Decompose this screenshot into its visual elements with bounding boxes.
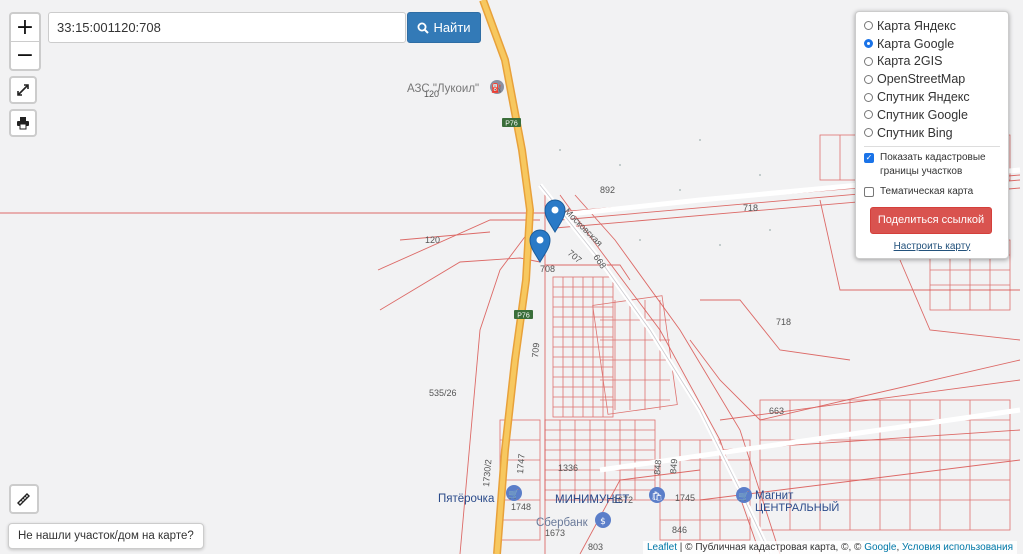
map-attribution: Leaflet | © Публичная кадастровая карта,… [643,541,1017,554]
share-link-button[interactable]: Поделиться ссылкой [870,206,992,234]
cadastral-label: Показать кадастровые границы участков [880,151,986,177]
layer-option-2gis-map[interactable]: Карта 2GIS [864,53,1008,71]
parcel-label: 849 [668,458,679,474]
parcel-label: 1747 [515,453,527,474]
layer-option-google-map[interactable]: Карта Google [864,35,1008,53]
road-shield-r76-top: Р76 [502,118,521,128]
zoom-in-button[interactable]: + [11,14,39,41]
search-button-label: Найти [433,20,471,35]
svg-text:Р76: Р76 [505,121,518,128]
radio-icon[interactable] [864,74,873,84]
zoom-control: + − [9,12,41,71]
setup-map-link[interactable]: Настроить карту [864,241,1000,252]
parcel-label: 1745 [675,493,695,503]
parcel-label: 120 [425,235,440,245]
svg-text:АЗС "Лукоил": АЗС "Лукоил" [407,83,479,95]
layer-option-yandex-satellite[interactable]: Спутник Яндекс [864,88,1008,106]
layer-option-bing-satellite[interactable]: Спутник Bing [864,124,1008,142]
thematic-label: Тематическая карта [880,185,974,197]
radio-icon[interactable] [864,56,873,66]
checkbox-icon[interactable] [864,186,874,197]
parcel-label: 709 [530,342,541,358]
svg-text:ЦЕНТРАЛЬНЫЙ: ЦЕНТРАЛЬНЫЙ [755,501,839,514]
svg-text:Пятёрочка: Пятёрочка [438,493,495,505]
parcel-label: 892 [600,185,615,195]
parcel-label: 803 [588,542,603,552]
fullscreen-button[interactable] [9,76,37,104]
parcel-label: 1336 [558,463,578,473]
zoom-out-button[interactable]: − [11,41,39,69]
parcel-label: 1748 [511,502,531,512]
layer-option-google-satellite[interactable]: Спутник Google [864,106,1008,124]
svg-text:Сбербанк: Сбербанк [536,517,589,529]
parcel-label: 1673 [545,528,565,538]
layer-panel: Карта Яндекс Карта Google Карта 2GIS Ope… [855,11,1009,259]
search-input[interactable]: 33:15:001120:708 [48,12,406,43]
svg-text:⛽: ⛽ [491,82,502,94]
parcel-label: 848 [652,459,663,475]
expand-icon [17,84,29,96]
parcel-label: 535/26 [429,388,457,398]
leaflet-link[interactable]: Leaflet [647,542,677,553]
printer-icon [17,117,29,130]
checkbox-checked-icon[interactable]: ✓ [864,152,874,163]
terms-link[interactable]: Условия использования [902,542,1013,553]
parcel-label: 718 [776,317,791,327]
panel-divider [864,145,1000,147]
radio-icon[interactable] [864,92,873,102]
svg-text:МИНИМУНЕТ: МИНИМУНЕТ [555,494,629,506]
search-icon [417,22,430,34]
svg-text:Магнит: Магнит [755,490,794,502]
measure-button[interactable] [9,484,39,514]
print-button[interactable] [9,109,37,137]
parcel-label: 663 [769,406,784,416]
not-found-link[interactable]: Не нашли участок/дом на карте? [8,523,204,549]
radio-icon[interactable] [864,110,873,120]
layer-option-yandex-map[interactable]: Карта Яндекс [864,17,1008,35]
cadastral-toggle[interactable]: ✓ Показать кадастровые границы участков [864,151,1008,179]
svg-text:🛍: 🛍 [651,491,662,502]
svg-text:Р76: Р76 [517,313,530,320]
svg-text:🛒: 🛒 [508,488,519,500]
svg-text:$: $ [600,517,606,527]
google-link[interactable]: Google [864,542,896,553]
layer-option-osm[interactable]: OpenStreetMap [864,70,1008,88]
search-button[interactable]: Найти [407,12,481,43]
parcel-label: 718 [743,203,758,213]
road-shield-r76-mid: Р76 [514,310,533,320]
parcel-label: 708 [540,264,555,274]
svg-text:🛒: 🛒 [738,490,749,502]
radio-icon[interactable] [864,21,873,31]
radio-icon[interactable] [864,128,873,138]
parcel-label: 846 [672,525,687,535]
thematic-toggle[interactable]: Тематическая карта [864,185,1008,199]
radio-icon[interactable] [864,39,873,49]
ruler-icon [17,493,30,506]
